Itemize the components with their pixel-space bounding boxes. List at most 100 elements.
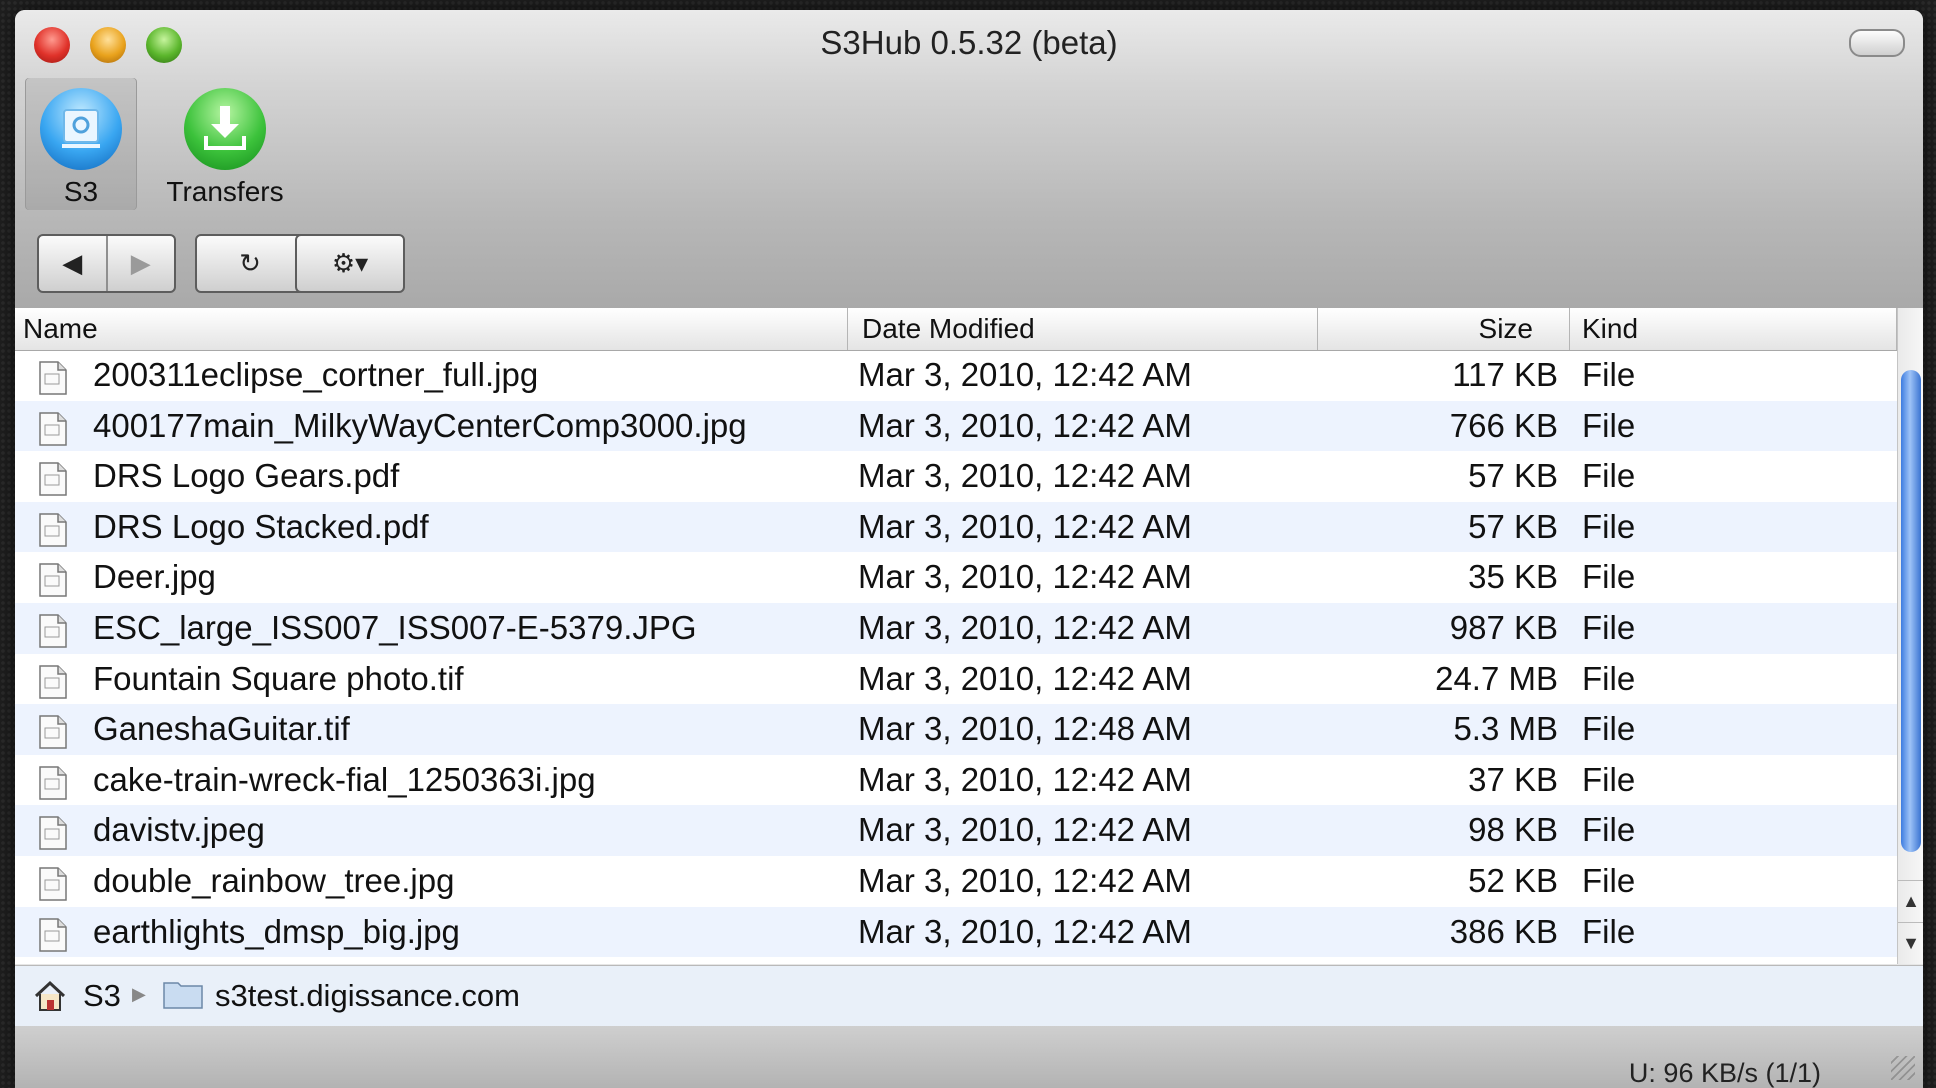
file-icon	[39, 814, 67, 851]
refresh-button[interactable]: ↻	[197, 236, 303, 291]
table-row[interactable]: cake-train-wreck-fial_1250363i.jpg Mar 3,…	[15, 755, 1897, 806]
file-size: 52 KB	[1468, 861, 1558, 899]
table-body: 200311eclipse_cortner_full.jpg Mar 3, 201…	[15, 350, 1897, 958]
file-name: GaneshaGuitar.tif	[93, 710, 350, 748]
file-icon	[39, 612, 67, 648]
column-header-size[interactable]: Size	[1318, 308, 1570, 350]
file-name: double_rainbow_tree.jpg	[93, 861, 455, 899]
file-kind: File	[1582, 710, 1636, 748]
file-name: earthlights_dmsp_big.jpg	[93, 912, 460, 950]
resize-grip[interactable]	[1891, 1056, 1915, 1080]
file-name: Deer.jpg	[93, 558, 216, 596]
file-date-modified: Mar 3, 2010, 12:42 AM	[858, 406, 1192, 444]
column-header-date-modified[interactable]: Date Modified	[848, 308, 1318, 350]
file-date-modified: Mar 3, 2010, 12:42 AM	[858, 457, 1192, 495]
file-date-modified: Mar 3, 2010, 12:42 AM	[858, 507, 1192, 545]
window-title: S3Hub 0.5.32 (beta)	[820, 24, 1118, 61]
file-name: 400177main_MilkyWayCenterComp3000.jpg	[93, 406, 747, 444]
file-icon	[39, 410, 67, 446]
file-kind: File	[1582, 912, 1636, 950]
file-icon	[39, 865, 67, 901]
file-date-modified: Mar 3, 2010, 12:42 AM	[858, 659, 1192, 697]
toolbar-toggle-button[interactable]	[1849, 29, 1905, 57]
table-row[interactable]: davistv.jpeg Mar 3, 2010, 12:42 AM 98 KB Fi…	[15, 805, 1897, 856]
file-name: DRS Logo Stacked.pdf	[93, 507, 429, 545]
file-size: 987 KB	[1449, 608, 1558, 646]
table-row[interactable]: ESC_large_ISS007_ISS007-E-5379.JPG Mar 3,…	[15, 602, 1897, 654]
back-button[interactable]: ◀	[39, 236, 106, 291]
table-row[interactable]: GaneshaGuitar.tif Mar 3, 2010, 12:48 AM 5.…	[15, 704, 1897, 755]
file-table: Name Date Modified Size Kind 200311eclip…	[15, 308, 1897, 964]
file-kind: File	[1582, 406, 1636, 444]
file-size: 5.3 MB	[1453, 710, 1558, 748]
file-icon	[39, 916, 67, 952]
file-icon	[39, 460, 67, 496]
file-kind: File	[1582, 608, 1636, 646]
table-row[interactable]: 200311eclipse_cortner_full.jpg Mar 3, 201…	[15, 350, 1897, 401]
file-size: 386 KB	[1449, 912, 1558, 950]
path-separator-icon: ▶	[132, 984, 146, 1004]
toolbar-transfers-button[interactable]: Transfers	[145, 78, 305, 208]
table-row[interactable]: double_rainbow_tree.jpg Mar 3, 2010, 12:4…	[15, 856, 1897, 907]
file-date-modified: Mar 3, 2010, 12:42 AM	[858, 558, 1192, 596]
home-icon[interactable]	[33, 980, 67, 1020]
scroll-up-arrow[interactable]: ▲	[1898, 880, 1923, 921]
toolbar-transfers-label: Transfers	[166, 176, 284, 207]
path-root-s3[interactable]: S3	[83, 978, 121, 1014]
file-name: ESC_large_ISS007_ISS007-E-5379.JPG	[93, 608, 697, 646]
table-row[interactable]: earthlights_dmsp_big.jpg Mar 3, 2010, 12:…	[15, 906, 1897, 958]
vertical-scrollbar[interactable]: ▲ ▼	[1897, 308, 1923, 964]
file-icon	[39, 764, 67, 800]
table-row[interactable]: Deer.jpg Mar 3, 2010, 12:42 AM 35 KB File	[15, 552, 1897, 603]
file-name: cake-train-wreck-fial_1250363i.jpg	[93, 760, 596, 798]
column-header-kind[interactable]: Kind	[1570, 308, 1897, 350]
file-kind: File	[1582, 811, 1636, 849]
drive-icon	[40, 88, 122, 170]
file-date-modified: Mar 3, 2010, 12:42 AM	[858, 608, 1192, 646]
folder-icon	[163, 979, 203, 1009]
file-size: 24.7 MB	[1435, 659, 1558, 697]
toolbar-area: S3Hub 0.5.32 (beta) S3 Transfers ◀ ▶ ↻ ⚙…	[15, 10, 1923, 309]
file-size: 57 KB	[1468, 507, 1558, 545]
file-date-modified: Mar 3, 2010, 12:42 AM	[858, 356, 1192, 393]
transfer-rate-status: U: 96 KB/s (1/1)	[1628, 1058, 1821, 1088]
toolbar-s3-button[interactable]: S3	[25, 78, 137, 210]
file-size: 57 KB	[1468, 457, 1558, 495]
forward-button[interactable]: ▶	[105, 236, 175, 291]
back-forward-control: ◀ ▶	[37, 234, 176, 293]
action-menu-button[interactable]: ⚙▾	[297, 236, 403, 291]
table-row[interactable]: Fountain Square photo.tif Mar 3, 2010, 12…	[15, 654, 1897, 705]
file-date-modified: Mar 3, 2010, 12:42 AM	[858, 912, 1192, 950]
file-kind: File	[1582, 760, 1636, 798]
column-header-name[interactable]: Name	[15, 308, 848, 350]
file-icon	[39, 561, 67, 598]
file-size: 98 KB	[1468, 811, 1558, 849]
file-icon	[39, 511, 67, 547]
table-header: Name Date Modified Size Kind	[15, 308, 1897, 351]
refresh-button-wrap: ↻	[195, 234, 305, 293]
table-row[interactable]: DRS Logo Gears.pdf Mar 3, 2010, 12:42 AM 5…	[15, 451, 1897, 502]
app-window: S3Hub 0.5.32 (beta) S3 Transfers ◀ ▶ ↻ ⚙…	[15, 10, 1923, 1088]
file-name: davistv.jpeg	[93, 811, 265, 849]
file-date-modified: Mar 3, 2010, 12:42 AM	[858, 760, 1192, 798]
file-icon	[39, 359, 67, 395]
action-menu-wrap: ⚙▾	[295, 234, 405, 293]
toolbar-s3-label: S3	[63, 176, 99, 207]
file-name: Fountain Square photo.tif	[93, 659, 464, 697]
file-name: DRS Logo Gears.pdf	[93, 457, 400, 495]
file-size: 35 KB	[1468, 558, 1558, 596]
scroll-down-arrow[interactable]: ▼	[1898, 922, 1923, 963]
file-kind: File	[1582, 659, 1636, 697]
path-bar: S3 ▶ s3test.digissance.com	[15, 965, 1923, 1027]
file-size: 37 KB	[1468, 760, 1558, 798]
status-bar: U: 96 KB/s (1/1)	[15, 1026, 1923, 1088]
file-size: 117 KB	[1452, 356, 1558, 393]
file-icon	[39, 663, 67, 699]
table-row[interactable]: DRS Logo Stacked.pdf Mar 3, 2010, 12:42 A…	[15, 501, 1897, 553]
table-row[interactable]: 400177main_MilkyWayCenterComp3000.jpg Mar…	[15, 400, 1897, 452]
file-date-modified: Mar 3, 2010, 12:42 AM	[858, 861, 1192, 899]
path-bucket[interactable]: s3test.digissance.com	[215, 978, 520, 1014]
file-kind: File	[1582, 558, 1636, 596]
scrollbar-thumb[interactable]	[1901, 370, 1921, 852]
file-size: 766 KB	[1449, 406, 1558, 444]
